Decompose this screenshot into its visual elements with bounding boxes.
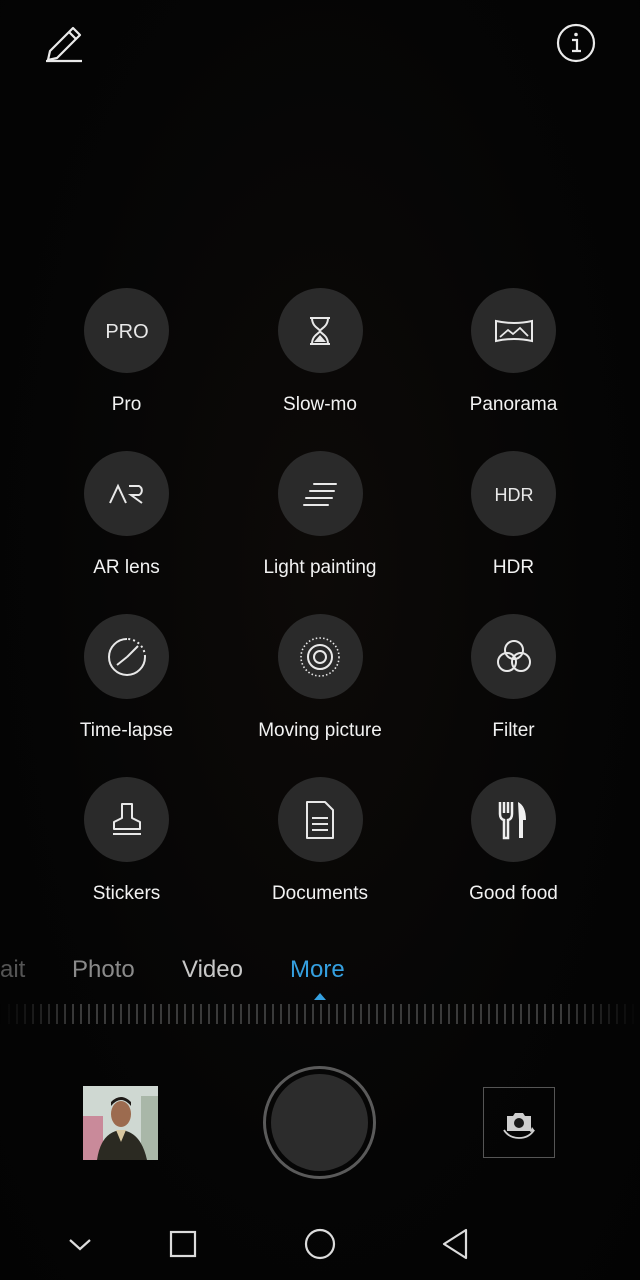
hourglass-icon bbox=[277, 288, 363, 373]
mode-label: Moving picture bbox=[258, 720, 382, 741]
pro-icon: PRO bbox=[84, 288, 169, 373]
shutter-button[interactable] bbox=[263, 1066, 376, 1179]
mode-label: Good food bbox=[469, 883, 558, 904]
gallery-thumbnail[interactable] bbox=[83, 1086, 158, 1160]
mode-tabs: ait Photo Video More bbox=[0, 952, 640, 992]
stamp-icon bbox=[84, 777, 169, 862]
svg-text:HDR: HDR bbox=[494, 485, 533, 505]
mode-light-painting[interactable]: Light painting bbox=[223, 451, 417, 580]
mode-label: Panorama bbox=[469, 394, 558, 415]
mode-documents[interactable]: Documents bbox=[223, 777, 417, 906]
switch-camera-icon[interactable] bbox=[483, 1087, 555, 1158]
mode-hdr[interactable]: HDR HDR bbox=[417, 451, 610, 580]
mode-label: Stickers bbox=[92, 883, 161, 904]
mode-time-lapse[interactable]: Time-lapse bbox=[30, 614, 223, 743]
pencil-icon[interactable] bbox=[40, 20, 88, 68]
mode-label: Slow-mo bbox=[283, 394, 357, 415]
active-tab-indicator bbox=[314, 993, 326, 1000]
mode-label: Documents bbox=[271, 883, 369, 904]
mode-slow-mo[interactable]: Slow-mo bbox=[223, 288, 417, 417]
tab-photo[interactable]: Photo bbox=[72, 956, 135, 984]
panorama-icon bbox=[471, 288, 556, 373]
ar-icon bbox=[84, 451, 169, 536]
mode-label: Time-lapse bbox=[79, 720, 174, 741]
mode-label: Pro bbox=[111, 394, 142, 415]
timelapse-icon bbox=[84, 614, 169, 699]
mode-good-food[interactable]: Good food bbox=[417, 777, 610, 906]
svg-text:PRO: PRO bbox=[105, 321, 148, 343]
hdr-icon: HDR bbox=[471, 451, 556, 536]
system-nav-bar bbox=[0, 1204, 640, 1280]
mode-moving-picture[interactable]: Moving picture bbox=[223, 614, 417, 743]
mode-filter[interactable]: Filter bbox=[417, 614, 610, 743]
tab-video[interactable]: Video bbox=[182, 956, 243, 984]
mode-scroll-ruler[interactable] bbox=[0, 1004, 640, 1024]
mode-stickers[interactable]: Stickers bbox=[30, 777, 223, 906]
document-icon bbox=[277, 777, 363, 862]
filter-icon bbox=[471, 614, 556, 699]
home-icon[interactable] bbox=[298, 1222, 342, 1266]
recents-icon[interactable] bbox=[161, 1222, 205, 1266]
mode-pro[interactable]: PRO Pro bbox=[30, 288, 223, 417]
back-icon[interactable] bbox=[434, 1222, 478, 1266]
top-bar bbox=[0, 0, 640, 90]
mode-panorama[interactable]: Panorama bbox=[417, 288, 610, 417]
tab-portrait[interactable]: ait bbox=[0, 956, 25, 984]
tab-more[interactable]: More bbox=[290, 956, 345, 984]
moving-picture-icon bbox=[277, 614, 363, 699]
light-streak-icon bbox=[277, 451, 363, 536]
mode-ar-lens[interactable]: AR lens bbox=[30, 451, 223, 580]
mode-label: HDR bbox=[492, 557, 535, 578]
info-icon[interactable] bbox=[552, 20, 600, 68]
mode-label: Filter bbox=[492, 720, 535, 741]
fork-knife-icon bbox=[471, 777, 556, 862]
mode-grid: PRO Pro Slow-mo Panorama AR lens Light p… bbox=[0, 288, 640, 906]
mode-label: Light painting bbox=[263, 557, 377, 578]
mode-label: AR lens bbox=[93, 557, 160, 578]
chevron-down-icon[interactable] bbox=[58, 1222, 102, 1266]
